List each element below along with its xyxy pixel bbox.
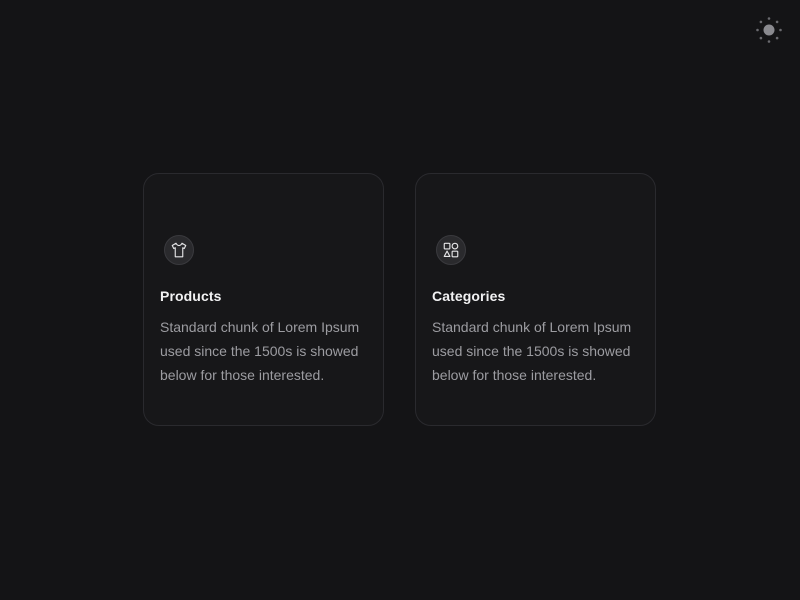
categories-card-description: Standard chunk of Lorem Ipsum used since… <box>432 319 632 383</box>
categories-card-icon-badge <box>436 235 466 265</box>
categories-card[interactable]: Categories Standard chunk of Lorem Ipsum… <box>415 173 656 426</box>
tshirt-icon <box>171 242 187 258</box>
products-card-description: Standard chunk of Lorem Ipsum used since… <box>160 319 360 383</box>
theme-toggle-button[interactable] <box>754 15 784 45</box>
products-card[interactable]: Products Standard chunk of Lorem Ipsum u… <box>143 173 384 426</box>
products-card-icon-badge <box>164 235 194 265</box>
products-card-title: Products <box>160 288 222 304</box>
categories-card-title: Categories <box>432 288 506 304</box>
cards-container: Products Standard chunk of Lorem Ipsum u… <box>143 173 656 426</box>
shapes-icon <box>443 242 459 258</box>
page: Products Standard chunk of Lorem Ipsum u… <box>0 0 800 600</box>
sun-icon <box>756 17 782 43</box>
